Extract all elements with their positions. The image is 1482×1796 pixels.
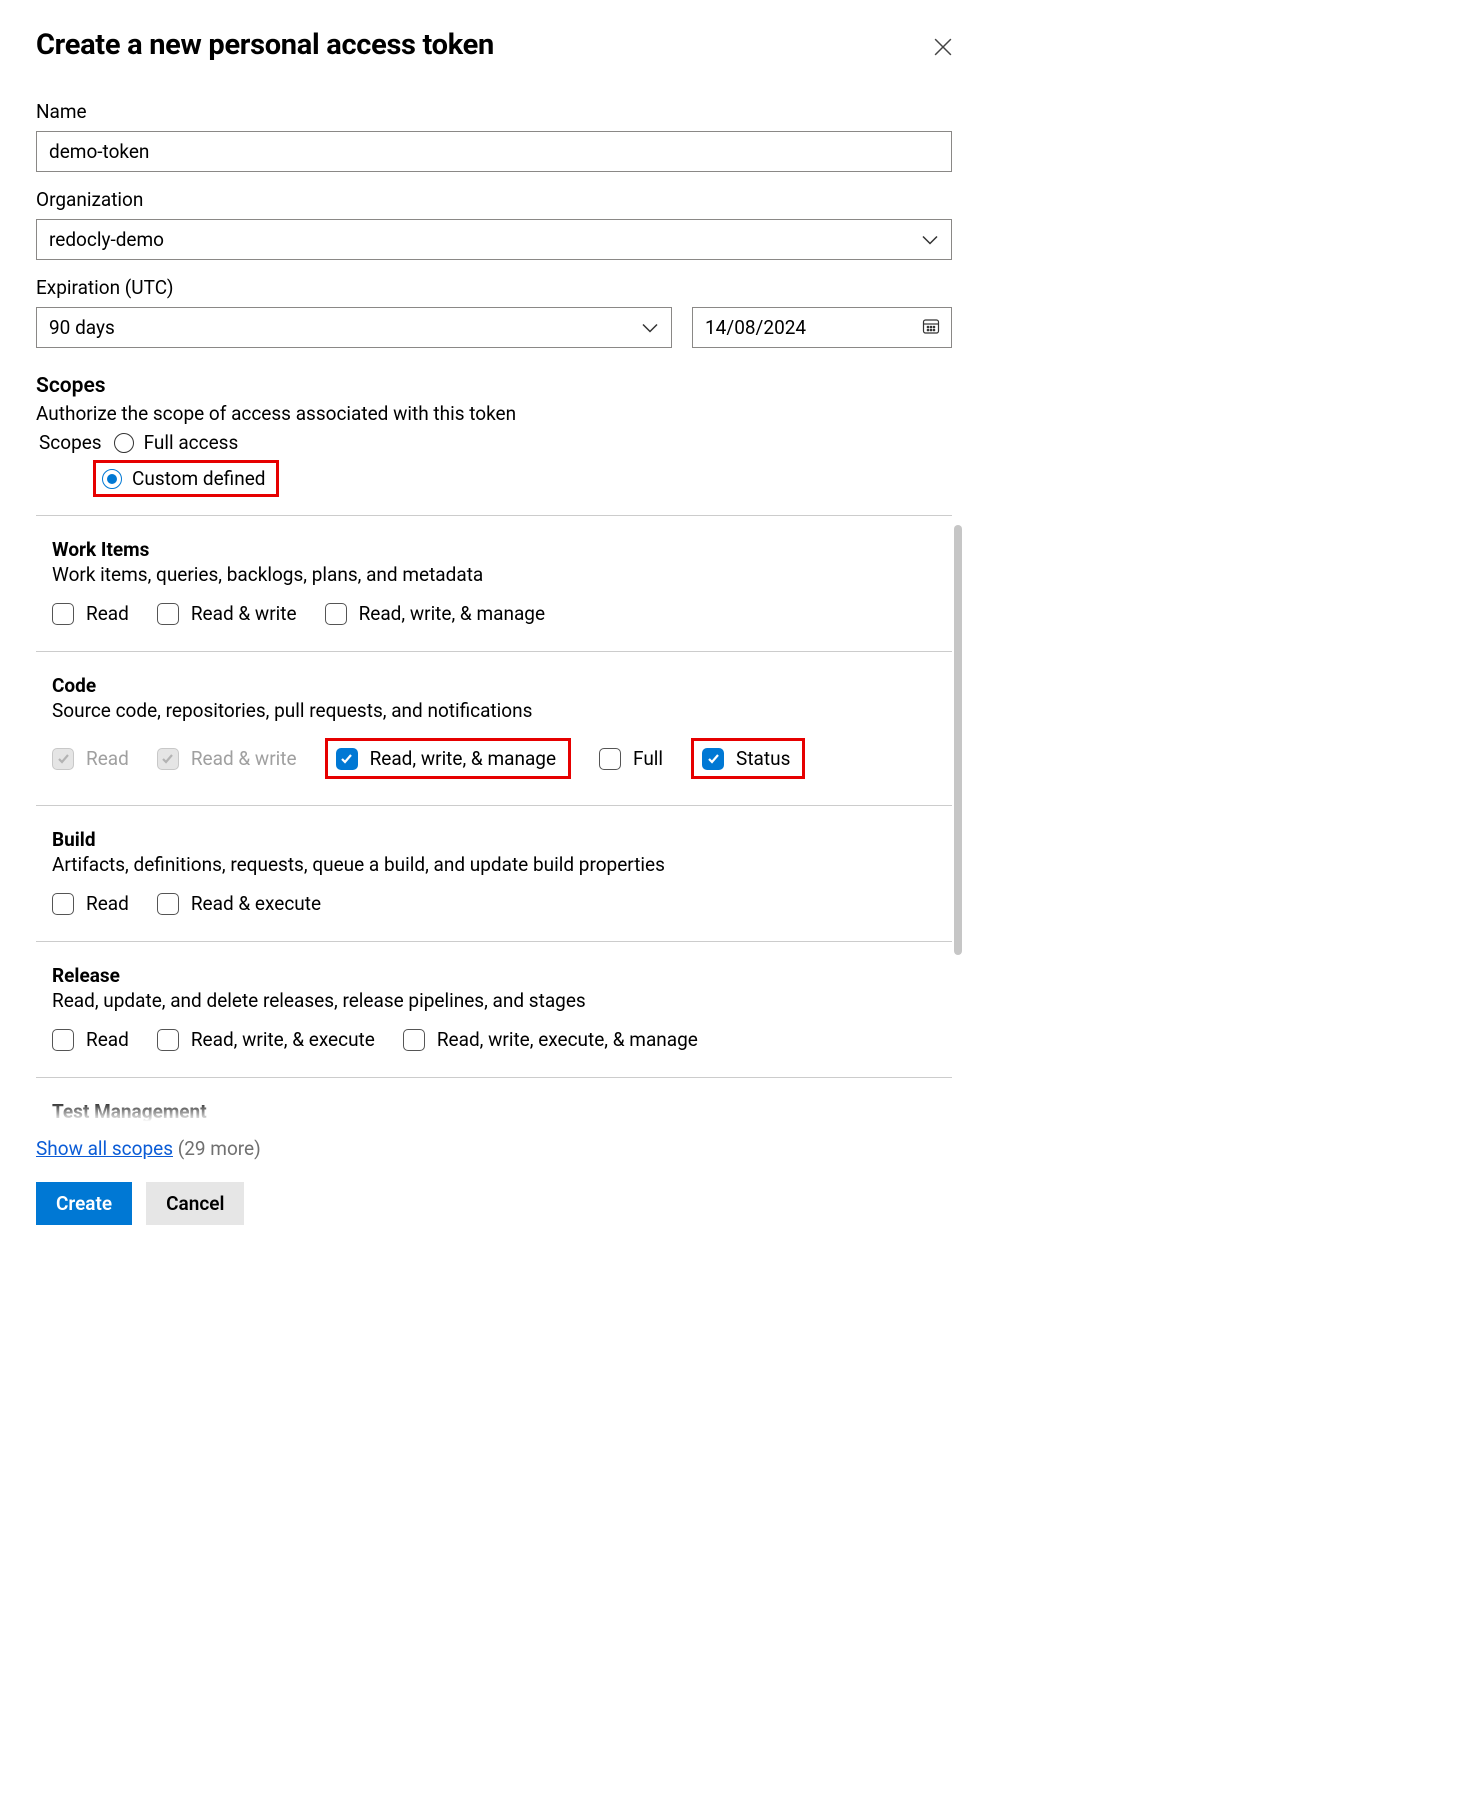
dialog-title: Create a new personal access token [36,28,494,62]
close-icon[interactable] [934,38,952,56]
expiration-select[interactable] [36,307,672,348]
permission-option: Read & execute [157,892,321,915]
permission-option: Read [52,1028,129,1051]
scope-title: Code [52,674,936,697]
scope-title: Release [52,964,936,987]
permission-label: Read & write [191,747,297,770]
show-all-scopes-count: (29 more) [178,1137,261,1160]
scope-group: CodeSource code, repositories, pull requ… [36,651,952,805]
expiration-date[interactable] [692,307,952,348]
checkbox [52,748,74,770]
checkbox[interactable] [52,1029,74,1051]
scopes-desc: Authorize the scope of access associated… [36,402,952,425]
name-label: Name [36,100,952,123]
checkbox[interactable] [52,603,74,625]
expiration-label: Expiration (UTC) [36,276,672,299]
permission-label: Read [86,1028,129,1051]
checkbox[interactable] [157,893,179,915]
scopes-inline-label: Scopes [39,431,102,454]
permission-label: Read & execute [191,892,321,915]
checkbox[interactable] [52,893,74,915]
permission-label: Read [86,602,129,625]
radio-full-access[interactable] [114,433,134,453]
permission-option: Status [691,738,805,779]
radio-custom-defined[interactable] [102,469,122,489]
permission-option: Read, write, execute, & manage [403,1028,698,1051]
permission-option: Read [52,602,129,625]
scope-subtitle: Read, update, and delete releases, relea… [52,989,936,1012]
checkbox [157,748,179,770]
checkbox[interactable] [325,603,347,625]
scope-group: Test Management Read, create, and update … [36,1077,952,1127]
permission-option: Read & write [157,602,297,625]
organization-select[interactable] [36,219,952,260]
permission-label: Status [736,747,790,770]
checkbox[interactable] [157,1029,179,1051]
permission-label: Read [86,747,129,770]
scope-subtitle: Read, create, and update test plans, cas… [52,1125,936,1127]
cancel-button[interactable]: Cancel [146,1182,244,1225]
permission-label: Read [86,892,129,915]
scope-title: Work Items [52,538,936,561]
permission-option: Read, write, & manage [325,738,571,779]
permission-label: Read & write [191,602,297,625]
checkbox[interactable] [599,748,621,770]
checkbox[interactable] [336,748,358,770]
permission-option: Full [599,747,663,770]
permission-option: Read [52,892,129,915]
permission-option: Read [52,747,129,770]
scope-group: BuildArtifacts, definitions, requests, q… [36,805,952,941]
scope-group: Work ItemsWork items, queries, backlogs,… [36,515,952,651]
permission-option: Read, write, & manage [325,602,545,625]
organization-label: Organization [36,188,952,211]
permission-option: Read, write, & execute [157,1028,375,1051]
show-all-scopes-link[interactable]: Show all scopes [36,1137,173,1160]
scope-subtitle: Source code, repositories, pull requests… [52,699,936,722]
radio-full-access-label: Full access [144,431,239,454]
permission-label: Read, write, & manage [359,602,545,625]
checkbox[interactable] [157,603,179,625]
scope-subtitle: Work items, queries, backlogs, plans, an… [52,563,936,586]
permission-label: Read, write, & manage [370,747,556,770]
checkbox[interactable] [702,748,724,770]
permission-label: Read, write, & execute [191,1028,375,1051]
scope-subtitle: Artifacts, definitions, requests, queue … [52,853,936,876]
permission-label: Full [633,747,663,770]
scope-title: Test Management [52,1100,936,1123]
permission-label: Read, write, execute, & manage [437,1028,698,1051]
scope-title: Build [52,828,936,851]
radio-custom-defined-label: Custom defined [132,467,266,490]
scope-group: ReleaseRead, update, and delete releases… [36,941,952,1077]
scopes-heading: Scopes [36,374,952,398]
name-input[interactable] [36,131,952,172]
permission-option: Read & write [157,747,297,770]
create-button[interactable]: Create [36,1182,132,1225]
checkbox[interactable] [403,1029,425,1051]
scrollbar[interactable] [954,525,962,955]
